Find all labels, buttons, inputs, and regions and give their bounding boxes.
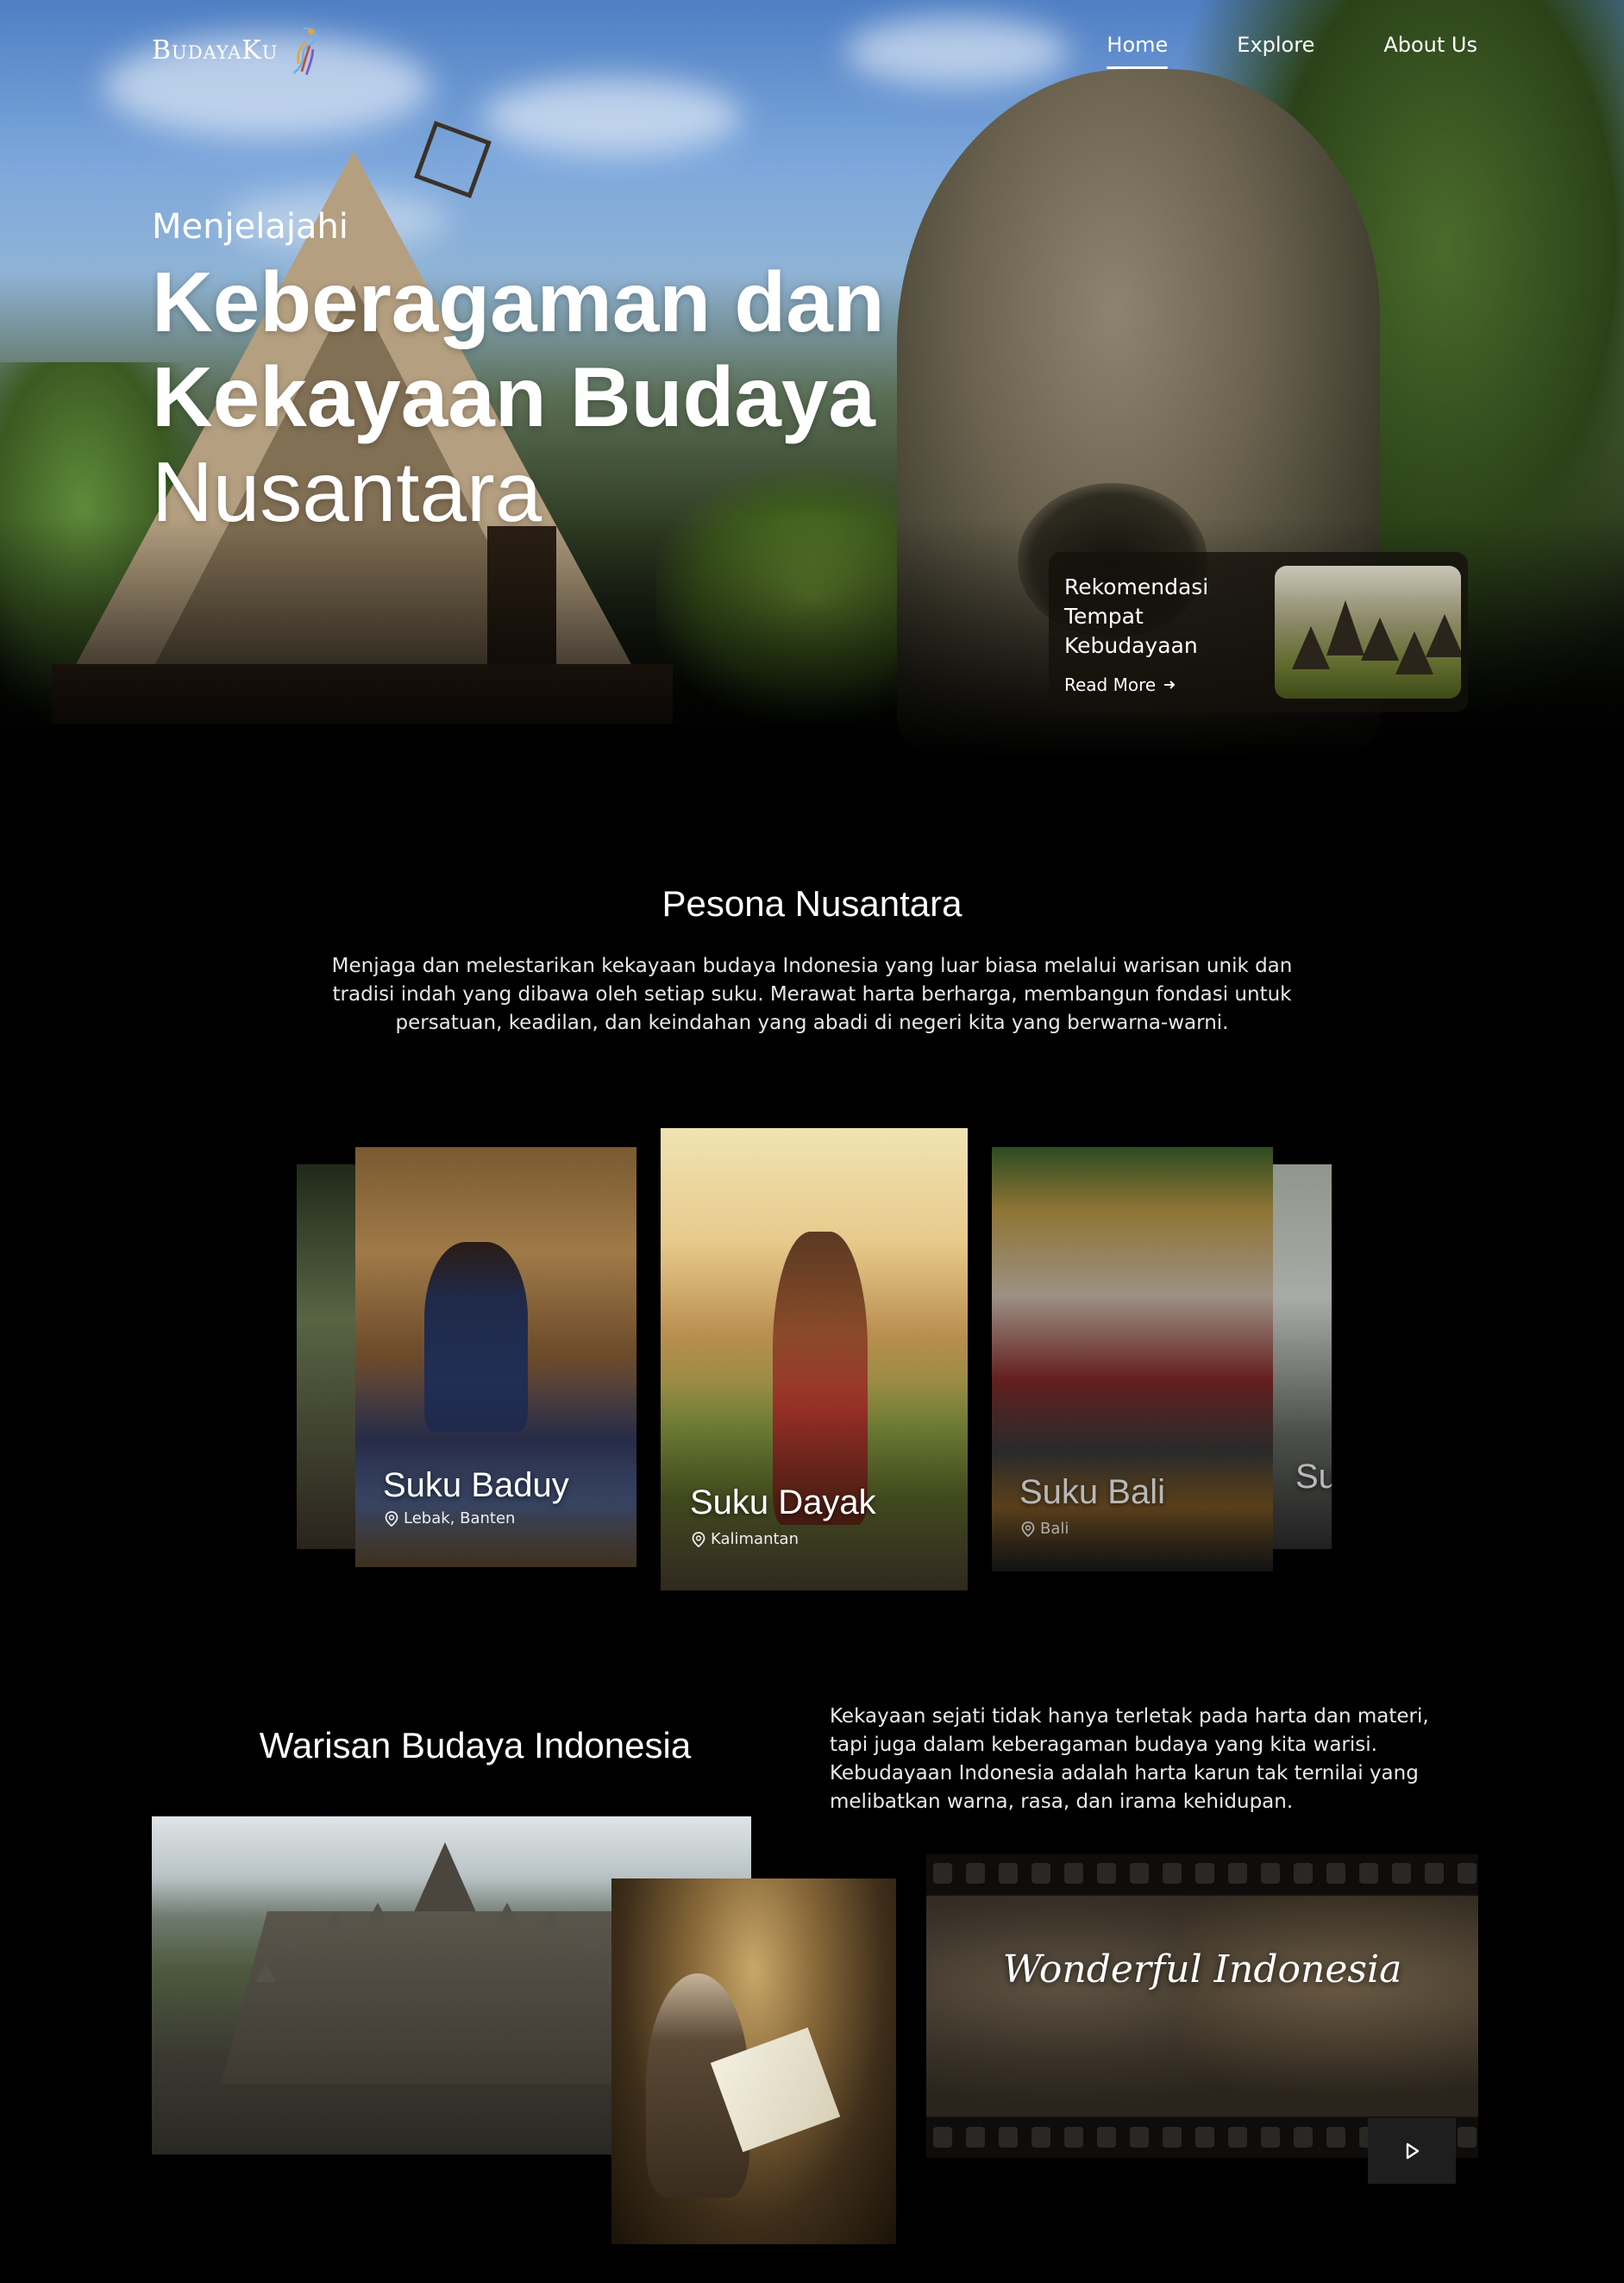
warisan-title: Warisan Budaya Indonesia <box>259 1725 692 1766</box>
batik-artisan-image <box>611 1878 896 2244</box>
stupa <box>255 1963 276 1982</box>
location-pin-icon <box>692 1531 705 1547</box>
pesona-description: Menjaga dan melestarikan kekayaan budaya… <box>331 955 1293 1034</box>
culture-card-dayak[interactable]: Suku Dayak Kalimantan <box>661 1128 968 1590</box>
peacock-logo-icon <box>293 27 317 75</box>
culture-card-location: Bali <box>1021 1520 1069 1538</box>
culture-card-location: Lebak, Banten <box>385 1509 515 1527</box>
stupa <box>540 1911 561 1930</box>
hero-pre-title: Menjelajahi <box>152 207 348 247</box>
culture-card-location: Kalimantan <box>692 1530 799 1548</box>
cloud <box>845 17 1069 86</box>
nav-about-us[interactable]: About Us <box>1383 33 1477 64</box>
mountain-peak <box>1326 600 1364 655</box>
culture-card-bali[interactable]: Suku Bali Bali <box>992 1147 1273 1571</box>
stupa <box>281 1929 302 1947</box>
pesona-title: Pesona Nusantara <box>662 883 962 924</box>
hero-title-line3: Nusantara <box>152 444 542 539</box>
read-more-link[interactable]: Read More <box>1064 674 1176 695</box>
culture-card-name: Suku Dayak <box>690 1483 876 1521</box>
film-strip-top <box>926 1854 1478 1894</box>
nav-home[interactable]: Home <box>1107 33 1168 69</box>
recommend-image <box>1275 566 1461 699</box>
logo-text: BudayaKu <box>152 34 279 66</box>
culture-card-baduy[interactable]: Suku Baduy Lebak, Banten <box>355 1147 636 1567</box>
nav-explore[interactable]: Explore <box>1237 33 1314 64</box>
play-button[interactable] <box>1368 2118 1456 2184</box>
main-nav: Home Explore About Us <box>1107 33 1477 69</box>
culture-card-location-text: Lebak, Banten <box>404 1509 516 1527</box>
culture-card-location-text: Bali <box>1040 1520 1069 1538</box>
hero-title-line1: Keberagaman dan <box>152 254 885 349</box>
main-stupa <box>411 1842 480 1920</box>
culture-card-edge-right[interactable]: Su <box>1273 1164 1332 1549</box>
mountain-peak <box>1361 618 1399 661</box>
culture-card-name: Suku Baduy <box>383 1466 569 1504</box>
logo[interactable]: BudayaKu <box>152 19 324 81</box>
cloud <box>483 78 742 155</box>
video-thumbnail <box>926 1896 1478 2117</box>
video-player[interactable]: Wonderful Indonesia <box>926 1854 1478 2158</box>
hero-title-line2: Kekayaan Budaya <box>152 349 875 444</box>
culture-card-name: Suku Bali <box>1019 1473 1165 1511</box>
warisan-description: Kekayaan sejati tidak hanya terletak pad… <box>830 1705 1429 1813</box>
stupa <box>324 1911 345 1930</box>
mountain-peak <box>1292 626 1330 669</box>
stupa <box>583 1929 604 1947</box>
culture-card-name: Su <box>1295 1458 1332 1496</box>
video-title: Wonderful Indonesia <box>1002 1947 1402 1991</box>
play-icon <box>1406 2142 1420 2160</box>
stupa <box>497 1903 517 1922</box>
arrow-right-icon <box>1164 681 1176 689</box>
recommend-card[interactable]: Rekomendasi Tempat Kebudayaan Read More <box>1049 552 1468 712</box>
hero-title: Keberagaman dan Kekayaan Budaya Nusantar… <box>152 254 945 539</box>
culture-card-edge-left[interactable] <box>297 1164 357 1549</box>
location-pin-icon <box>385 1510 398 1527</box>
location-pin-icon <box>1021 1521 1035 1537</box>
stupa <box>367 1903 388 1922</box>
culture-card-location-text: Kalimantan <box>711 1530 799 1548</box>
read-more-label: Read More <box>1064 674 1157 695</box>
card-shade <box>992 1380 1273 1571</box>
recommend-title: Rekomendasi Tempat Kebudayaan <box>1064 574 1209 658</box>
mountain-peak <box>1426 614 1461 657</box>
